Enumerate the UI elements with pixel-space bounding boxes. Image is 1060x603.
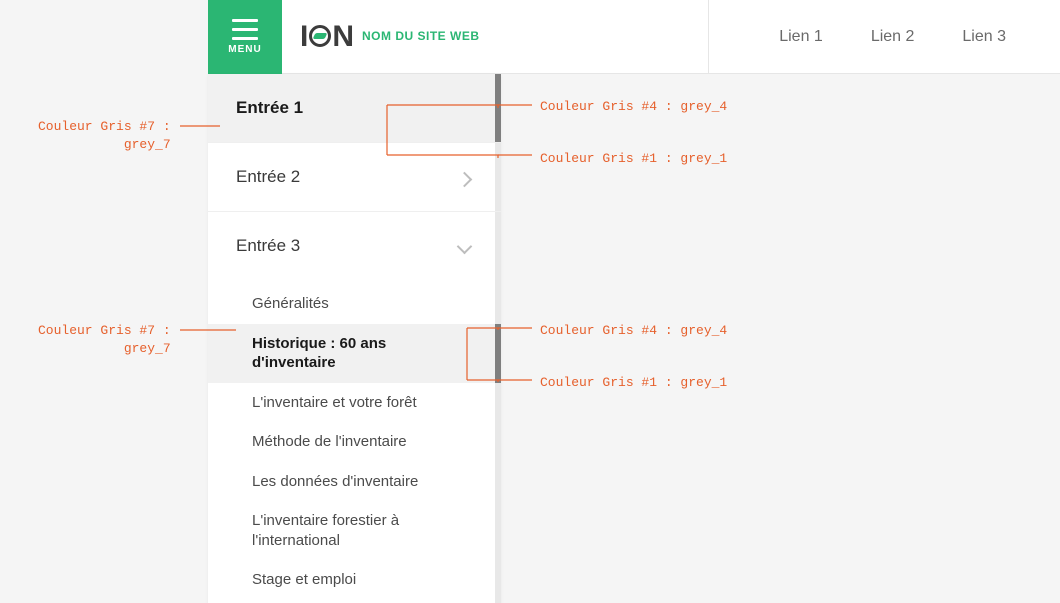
top-nav-link-3[interactable]: Lien 3 bbox=[962, 28, 1006, 46]
sidebar-subitem[interactable]: Historique : 60 ans d'inventaire bbox=[208, 324, 501, 383]
annotation-grey7-bottom: Couleur Gris #7 : grey_7 bbox=[38, 322, 171, 357]
sidebar-subitem[interactable]: Stage et emploi bbox=[208, 560, 501, 600]
logo-leaf-icon bbox=[309, 25, 331, 47]
logo-mark: I N bbox=[300, 20, 354, 54]
menu-button[interactable]: MENU bbox=[208, 0, 282, 74]
sidebar-panel: Entrée 1 Entrée 2 Entrée 3 Généralités H… bbox=[208, 74, 501, 603]
sidebar-section-head-1[interactable]: Entrée 1 bbox=[208, 74, 501, 142]
active-indicator-stripe bbox=[495, 74, 501, 142]
active-indicator-stripe bbox=[495, 324, 501, 383]
logo-text: NOM DU SITE WEB bbox=[362, 29, 480, 43]
annotation-grey7-top: Couleur Gris #7 : grey_7 bbox=[38, 118, 171, 153]
sidebar-section-1: Entrée 1 bbox=[208, 74, 501, 143]
sidebar-subitem[interactable]: Les données d'inventaire bbox=[208, 462, 501, 502]
annotation-grey1-2: Couleur Gris #1 : grey_1 bbox=[540, 374, 727, 392]
chevron-right-icon bbox=[459, 170, 473, 184]
annotation-grey4-2: Couleur Gris #4 : grey_4 bbox=[540, 322, 727, 340]
sidebar-subitem-label: Stage et emploi bbox=[252, 571, 356, 588]
sidebar-subitem-label: L'inventaire et votre forêt bbox=[252, 394, 417, 411]
top-nav: Lien 1 Lien 2 Lien 3 bbox=[779, 28, 1060, 46]
site-logo[interactable]: I N NOM DU SITE WEB bbox=[282, 20, 480, 54]
sidebar-section-label: Entrée 2 bbox=[236, 167, 300, 187]
sidebar-section-label: Entrée 1 bbox=[236, 98, 303, 118]
sidebar-section-head-3[interactable]: Entrée 3 bbox=[208, 212, 501, 280]
logo-letter-i: I bbox=[300, 20, 308, 54]
sidebar-subitem[interactable]: Méthode de l'inventaire bbox=[208, 422, 501, 462]
header-divider bbox=[708, 0, 709, 74]
annotation-grey4-1: Couleur Gris #4 : grey_4 bbox=[540, 98, 727, 116]
top-nav-link-1[interactable]: Lien 1 bbox=[779, 28, 823, 46]
sidebar-subitem-label: Les données d'inventaire bbox=[252, 473, 418, 490]
sidebar-subitem[interactable]: L'inventaire et votre forêt bbox=[208, 383, 501, 423]
menu-button-label: MENU bbox=[228, 44, 261, 55]
sidebar-subitem[interactable]: Généralités bbox=[208, 284, 501, 324]
sidebar-section-3: Entrée 3 Généralités Historique : 60 ans… bbox=[208, 212, 501, 603]
sidebar-subitem-label: Méthode de l'inventaire bbox=[252, 433, 407, 450]
sidebar-subitem[interactable]: L'inventaire forestier à l'international bbox=[208, 501, 501, 560]
chevron-down-icon bbox=[459, 239, 473, 253]
top-bar: MENU I N NOM DU SITE WEB Lien 1 Lien 2 L… bbox=[208, 0, 1060, 74]
sidebar-subitem-label: L'inventaire forestier à l'international bbox=[252, 512, 399, 549]
sidebar-subitems: Généralités Historique : 60 ans d'invent… bbox=[208, 280, 501, 603]
annotation-lines-layer bbox=[0, 0, 1060, 603]
sidebar-section-2: Entrée 2 bbox=[208, 143, 501, 212]
sidebar-section-label: Entrée 3 bbox=[236, 236, 300, 256]
sidebar-section-head-2[interactable]: Entrée 2 bbox=[208, 143, 501, 211]
hamburger-icon bbox=[232, 19, 258, 40]
top-nav-link-2[interactable]: Lien 2 bbox=[871, 28, 915, 46]
sidebar-subitem-label: Généralités bbox=[252, 295, 329, 312]
logo-letter-n: N bbox=[332, 20, 354, 54]
annotation-grey1-1: Couleur Gris #1 : grey_1 bbox=[540, 150, 727, 168]
sidebar-subitem-label: Historique : 60 ans d'inventaire bbox=[252, 335, 386, 372]
